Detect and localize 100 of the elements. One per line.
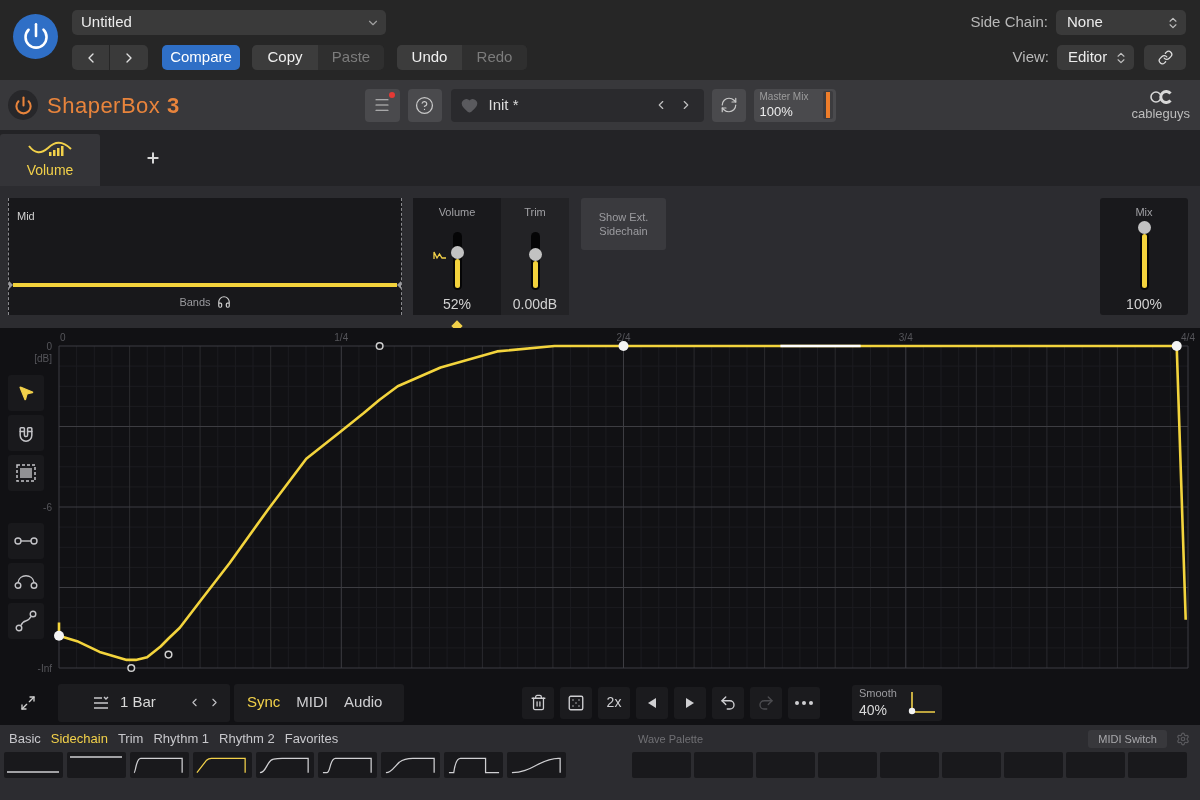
brand-name: cableguys	[1131, 107, 1190, 120]
band-handle-icon[interactable]	[9, 281, 13, 289]
axis-tick-label: 2/4	[616, 332, 631, 343]
delete-button[interactable]	[522, 686, 554, 719]
marquee-select-icon	[16, 464, 36, 482]
smooth-curve-icon	[907, 690, 935, 715]
master-mix-value: 100%	[759, 105, 794, 118]
side-chain-label: Side Chain:	[970, 12, 1048, 33]
shape-preset-button[interactable]	[4, 752, 63, 778]
power-icon	[13, 95, 33, 115]
link-icon	[1157, 50, 1173, 65]
smooth-value: 40%	[859, 703, 889, 717]
help-button[interactable]	[407, 88, 442, 122]
refresh-icon	[719, 96, 738, 114]
control-label: Volume	[438, 205, 476, 220]
power-icon	[21, 22, 50, 50]
randomize-button[interactable]	[560, 686, 592, 719]
view-dropdown[interactable]: Editor	[1057, 45, 1134, 70]
sync-mode-tab[interactable]: MIDI	[296, 691, 329, 714]
palette-tab[interactable]: Favorites	[284, 729, 339, 749]
control-value: 100%	[1126, 294, 1162, 314]
view-label: View:	[1012, 47, 1049, 68]
side-chain-dropdown[interactable]: None	[1056, 10, 1186, 35]
vertical-slider-track[interactable]	[452, 231, 462, 290]
curve-highlight[interactable]	[780, 344, 861, 348]
slider-thumb[interactable]	[450, 245, 464, 259]
palette-tab[interactable]: Basic	[9, 729, 41, 749]
palette-tab[interactable]: Sidechain	[50, 729, 108, 749]
previous-button[interactable]	[636, 686, 668, 719]
list-icon	[93, 695, 109, 710]
bypass-button[interactable]	[8, 90, 38, 120]
curve-node-marker-icon[interactable]	[1171, 341, 1182, 351]
curve-handle-marker-icon[interactable]	[164, 650, 173, 659]
s-curve-tool-button[interactable]	[8, 603, 44, 639]
pointer-tool-button[interactable]	[8, 375, 44, 411]
multiplier-button[interactable]: 2x	[598, 686, 630, 719]
control-label: Trim	[524, 205, 546, 220]
preset-name: Init *	[488, 94, 519, 115]
clipboard-button[interactable]: Copy	[252, 45, 318, 70]
slider-thumb[interactable]	[528, 247, 542, 261]
axis-tick-label: 0	[46, 341, 52, 352]
triangle-left-icon	[648, 697, 656, 708]
band-handle-icon[interactable]	[397, 281, 401, 289]
trash-icon	[529, 694, 547, 711]
control-value: 0.00dB	[512, 294, 558, 314]
s-curve-node-icon	[15, 610, 37, 632]
control-label: Mix	[1135, 205, 1153, 220]
curve-handle-marker-icon[interactable]	[127, 663, 136, 673]
grid-length-button[interactable]: 1 Bar	[120, 691, 156, 714]
sidechain-button[interactable]: Show Ext. Sidechain	[581, 198, 666, 250]
dice-icon	[567, 693, 585, 712]
triangle-right-icon	[686, 697, 694, 708]
more-icon	[795, 700, 813, 705]
slider-thumb[interactable]	[1137, 220, 1151, 234]
palette-tab[interactable]: Rhythm 1	[153, 729, 210, 749]
bands-label: Bands	[179, 294, 211, 310]
band-label: Mid	[17, 209, 36, 224]
sync-mode-tab[interactable]: Audio	[344, 691, 383, 714]
expand-icon	[20, 694, 36, 711]
smooth-label: Smooth	[859, 688, 897, 699]
band-tab[interactable]: Volume	[0, 134, 100, 186]
headphones-icon[interactable]	[216, 295, 231, 309]
sync-mode-tab[interactable]: Sync	[247, 691, 281, 714]
curve-handle-marker-icon[interactable]	[375, 341, 384, 351]
vertical-slider-track[interactable]	[530, 231, 540, 290]
curve-node-marker-icon[interactable]	[618, 341, 629, 351]
refresh-button[interactable]	[711, 88, 746, 122]
smooth-control[interactable]: Smooth 40%	[852, 684, 942, 721]
preset-dropdown[interactable]: Untitled	[72, 10, 386, 35]
preset-selector[interactable]: Init *	[450, 88, 704, 122]
band-panel[interactable]: Mid Bands	[8, 198, 402, 315]
curve-tool-button[interactable]	[8, 563, 44, 599]
magnet-tool-button[interactable]	[8, 415, 44, 451]
menu-icon	[373, 96, 391, 114]
palette-tab[interactable]: Rhythm 2	[219, 729, 275, 749]
control-value: 52%	[443, 294, 471, 314]
undo-button[interactable]	[712, 686, 744, 719]
line-node-icon	[14, 537, 38, 545]
marquee-tool-button[interactable]	[8, 455, 44, 491]
shape-preset-button[interactable]	[66, 752, 126, 778]
history-button[interactable]: Undo	[397, 45, 462, 70]
curve-node-marker-icon[interactable]	[54, 630, 64, 641]
volume-curve-icon	[27, 139, 73, 157]
next-button[interactable]	[674, 686, 706, 719]
help-icon	[415, 95, 434, 115]
plus-icon	[145, 150, 161, 166]
pointer-icon	[17, 384, 35, 402]
palette-tab[interactable]: Trim	[117, 729, 144, 749]
axis-tick-label: 4/4	[1181, 332, 1195, 343]
line-tool-button[interactable]	[8, 523, 44, 559]
wave-palette-label: Wave Palette	[638, 731, 703, 747]
link-button[interactable]	[1144, 45, 1186, 70]
compare-button[interactable]: Compare	[162, 45, 240, 70]
menu-button[interactable]	[364, 88, 400, 122]
axis-tick-label: 3/4	[898, 332, 913, 343]
power-button[interactable]	[13, 13, 58, 59]
axis-tick-label: -6	[43, 502, 52, 513]
more-button[interactable]	[788, 686, 820, 719]
midi-switch-button[interactable]: MIDI Switch	[1088, 730, 1167, 748]
master-mix-control[interactable]: Master Mix 100%	[753, 88, 836, 122]
